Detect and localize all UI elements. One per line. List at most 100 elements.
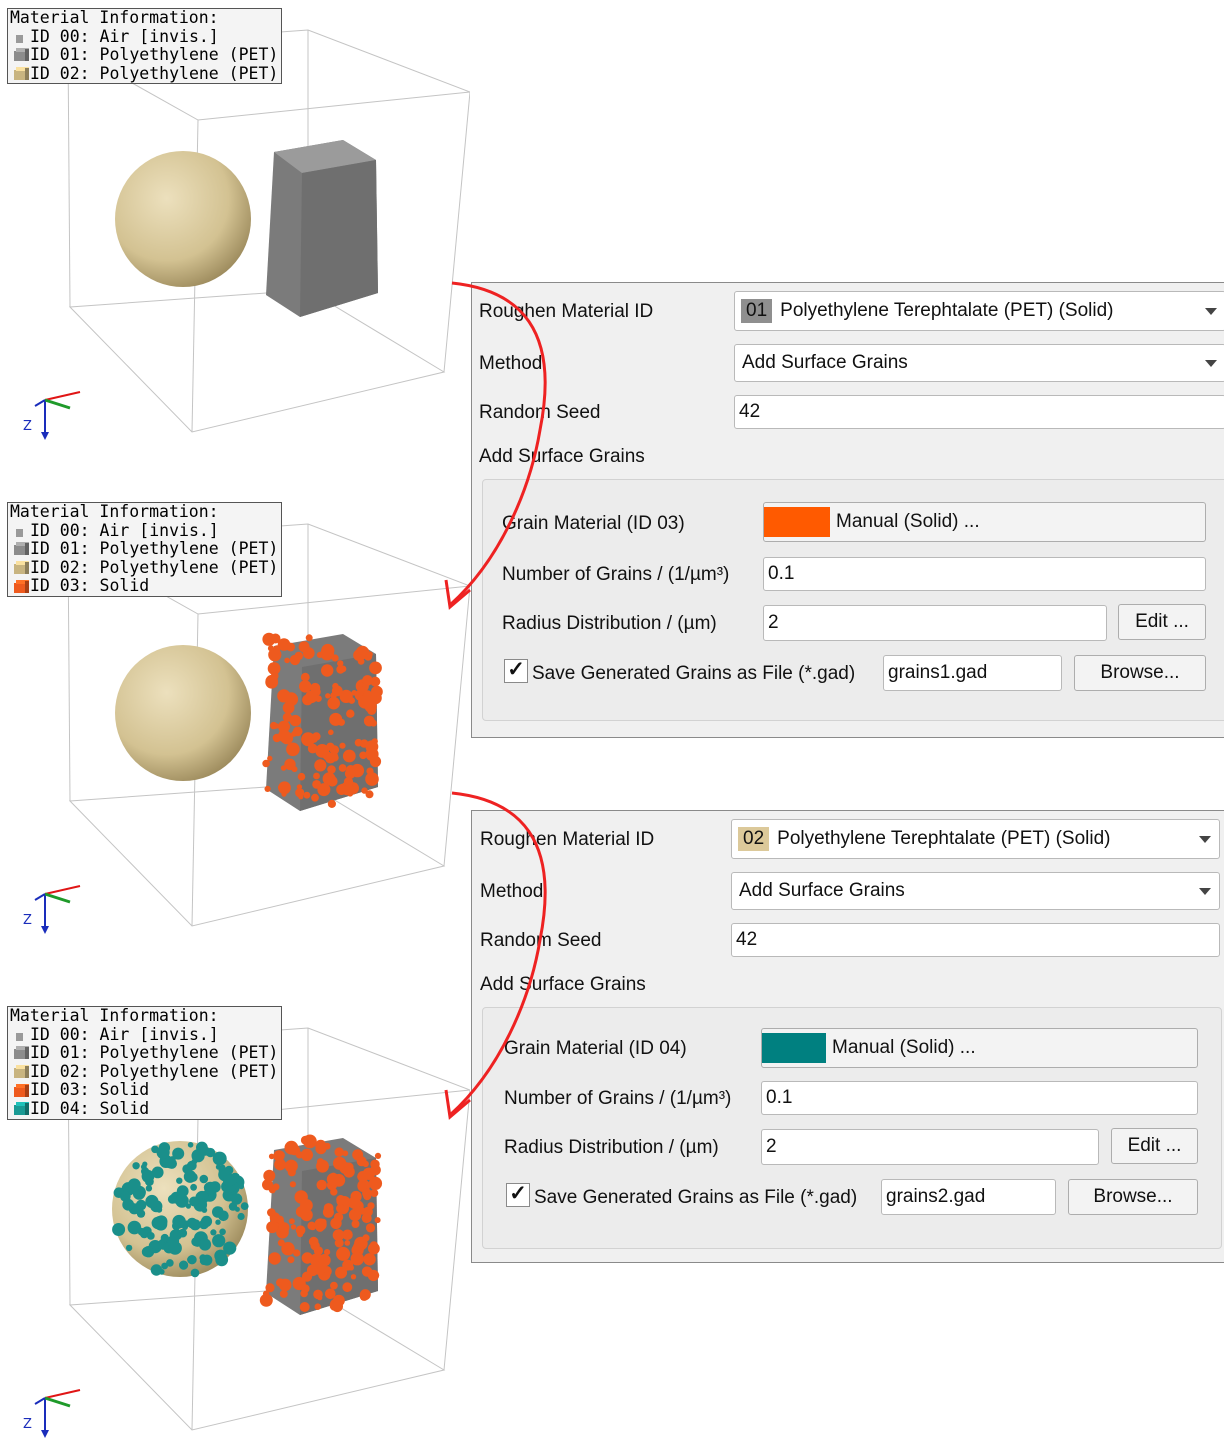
method-select[interactable]: Add Surface Grains xyxy=(734,344,1224,382)
material-cube-icon xyxy=(10,1083,30,1098)
surface-grain xyxy=(326,1173,340,1186)
surface-grain xyxy=(240,1202,249,1210)
roughen-material-select[interactable]: 02 Polyethylene Terephtalate (PET) (Soli… xyxy=(731,819,1220,859)
svg-text:Z: Z xyxy=(23,419,32,434)
surface-grain xyxy=(310,1241,320,1251)
save-grains-checkbox[interactable]: ✓ xyxy=(506,1183,530,1207)
surface-grain xyxy=(297,772,306,781)
material-cube-icon xyxy=(10,67,30,81)
surface-grain xyxy=(303,791,311,799)
viewport-2[interactable]: Material Information: ID 00: Air [invis.… xyxy=(0,494,470,934)
surface-grain xyxy=(357,1238,367,1248)
surface-grain xyxy=(364,700,377,713)
surface-grain xyxy=(230,1193,243,1205)
surface-grain xyxy=(316,1179,327,1191)
roughen-panel-2: Roughen Material ID 02 Polyethylene Tere… xyxy=(471,810,1224,1263)
surface-grain xyxy=(112,1223,126,1236)
surface-grain xyxy=(348,1196,361,1209)
roughen-material-label: Roughen Material ID xyxy=(479,301,654,322)
material-cube-icon xyxy=(10,1102,30,1116)
legend-row: ID 00: Air [invis.] xyxy=(10,27,278,47)
surface-grain xyxy=(367,1202,375,1210)
surface-grain xyxy=(298,641,310,653)
viewport-1[interactable]: Material Information: ID 00: Air [invis.… xyxy=(0,0,470,440)
surface-grain xyxy=(369,755,382,768)
surface-grain xyxy=(330,702,337,709)
surface-grain xyxy=(298,794,304,800)
surface-grain xyxy=(357,1171,369,1182)
surface-grain xyxy=(359,1289,371,1301)
surface-grain xyxy=(214,1249,227,1262)
radius-distribution-input[interactable]: 2 xyxy=(763,605,1107,641)
material-cube-icon xyxy=(10,48,30,62)
surface-grain xyxy=(201,1254,213,1266)
surface-grain xyxy=(333,1156,347,1170)
surface-grain xyxy=(299,1302,310,1312)
legend-row: ID 02: Polyethylene (PET) xyxy=(10,558,278,578)
number-of-grains-input[interactable]: 0.1 xyxy=(763,557,1206,591)
material-cube-icon xyxy=(10,1065,30,1079)
surface-grain xyxy=(277,689,291,703)
surface-grain xyxy=(362,1188,372,1198)
grain-material-button[interactable]: Manual (Solid) ... xyxy=(763,502,1206,542)
surface-grain xyxy=(323,1203,334,1213)
surface-grain xyxy=(284,657,290,664)
roughen-material-select[interactable]: 01 Polyethylene Terephtalate (PET) (Soli… xyxy=(734,291,1224,331)
surface-grain xyxy=(277,638,291,651)
grain-color-swatch xyxy=(764,507,830,537)
surface-grain xyxy=(342,1282,353,1293)
surface-grain xyxy=(327,776,338,787)
legend-row: ID 03: Solid xyxy=(10,1081,278,1100)
section-title: Add Surface Grains xyxy=(480,974,646,995)
surface-grain xyxy=(290,1224,297,1230)
edit-radius-button[interactable]: Edit ... xyxy=(1118,604,1206,640)
surface-grain xyxy=(361,1213,372,1224)
grains-file-input[interactable]: grains1.gad xyxy=(883,655,1062,691)
browse-button[interactable]: Browse... xyxy=(1068,1179,1198,1215)
surface-grain xyxy=(136,1209,146,1218)
random-seed-input[interactable]: 42 xyxy=(731,923,1220,957)
number-of-grains-input[interactable]: 0.1 xyxy=(761,1081,1198,1115)
surface-grain xyxy=(325,693,331,699)
surface-grain xyxy=(268,1252,281,1265)
surface-grain xyxy=(338,764,347,772)
surface-grain xyxy=(355,645,370,660)
surface-grain xyxy=(219,1228,226,1236)
method-select[interactable]: Add Surface Grains xyxy=(731,872,1220,910)
surface-grain xyxy=(267,1208,276,1217)
surface-grain xyxy=(287,1168,296,1177)
surface-grain xyxy=(296,784,303,790)
surface-grain xyxy=(277,1151,285,1159)
surface-grain xyxy=(327,765,336,774)
material-cube-icon xyxy=(10,561,30,575)
legend-row: ID 00: Air [invis.] xyxy=(10,521,278,541)
material-cube-icon xyxy=(10,579,30,594)
surface-grain xyxy=(281,791,287,797)
surface-grain xyxy=(270,672,279,680)
viewport-3[interactable]: Material Information: ID 00: Air [invis.… xyxy=(0,998,470,1438)
number-of-grains-label: Number of Grains / (1/µm³) xyxy=(502,564,730,585)
surface-grain xyxy=(331,1300,343,1313)
surface-grain xyxy=(264,785,271,792)
chevron-down-icon xyxy=(1199,836,1211,843)
material-cube-icon xyxy=(10,542,30,556)
surface-grain xyxy=(373,1272,380,1278)
grains-file-input[interactable]: grains2.gad xyxy=(881,1179,1056,1215)
surface-grain xyxy=(317,1158,324,1165)
method-label: Method xyxy=(480,881,544,902)
edit-radius-button[interactable]: Edit ... xyxy=(1111,1128,1198,1164)
material-id-badge: 01 xyxy=(741,299,773,323)
surface-grain xyxy=(293,1249,301,1257)
surface-grain xyxy=(313,1289,323,1300)
browse-button[interactable]: Browse... xyxy=(1074,655,1206,691)
surface-grain xyxy=(374,1217,381,1224)
surface-grain xyxy=(125,1244,133,1252)
save-grains-checkbox[interactable]: ✓ xyxy=(504,659,528,683)
surface-grain xyxy=(350,1252,364,1266)
surface-grain xyxy=(190,1183,198,1191)
grain-material-button[interactable]: Manual (Solid) ... xyxy=(761,1028,1198,1068)
material-cube-icon xyxy=(10,1046,30,1060)
radius-distribution-input[interactable]: 2 xyxy=(761,1129,1099,1165)
surface-grain xyxy=(223,1174,235,1187)
random-seed-input[interactable]: 42 xyxy=(734,395,1224,429)
